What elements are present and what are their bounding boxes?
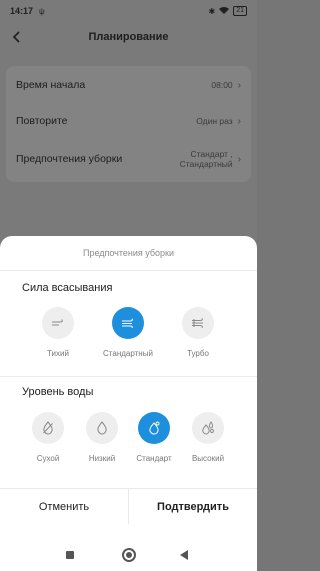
repeat-row[interactable]: Повторите Один раз › [6,106,251,136]
cancel-button[interactable]: Отменить [0,489,128,524]
suction-option-label: Тихий [47,349,69,358]
action-bar: Отменить Подтвердить [0,488,257,524]
water-circle-selected [138,412,170,444]
suction-option-label: Стандартный [103,349,153,358]
header: Планирование [0,22,257,52]
start-time-label: Время начала [16,79,86,91]
wind-low-icon [52,319,63,326]
cleaning-preferences-value: Стандарт , Стандартный [179,149,233,169]
back-button[interactable] [8,28,26,46]
drop-standard-icon [149,421,160,435]
suction-option-standard[interactable]: Стандартный [96,307,160,358]
divider [0,270,257,271]
battery-icon: 21 [233,6,247,16]
sheet-title: Предпочтения уборки [82,248,175,258]
settings-card: Время начала 08:00 › Повторите Один раз … [6,66,251,182]
water-title: Уровень воды [22,386,94,398]
wifi-icon [219,6,230,16]
home-icon[interactable] [122,548,136,562]
water-circle [32,412,64,444]
cleaning-preferences-sheet: Предпочтения уборки Сила всасывания Тихи… [0,236,257,571]
suction-circle-selected [112,307,144,339]
confirm-button[interactable]: Подтвердить [128,489,257,524]
suction-option-turbo[interactable]: Турбо [166,307,230,358]
screen: 14:17 ψ ✱ 21 Планирование Время начала 0… [0,0,257,571]
repeat-label: Повторите [16,115,68,127]
water-option-label: Стандарт [136,454,172,463]
water-option-label: Сухой [36,454,60,463]
back-triangle-icon[interactable] [180,550,188,560]
water-option-high[interactable]: Высокий [176,412,240,463]
navigation-bar [0,540,257,571]
recent-apps-icon[interactable] [66,551,74,559]
water-circle [86,412,118,444]
suction-option-quiet[interactable]: Тихий [26,307,90,358]
drop-high-icon [202,421,214,435]
suction-option-label: Турбо [187,349,209,358]
status-icons: ✱ 21 [208,6,247,16]
status-bar: 14:17 ψ ✱ 21 [0,0,257,22]
cleaning-preferences-label: Предпочтения уборки [16,153,123,165]
suction-circle [42,307,74,339]
status-time: 14:17 [10,6,34,16]
bluetooth-icon: ✱ [208,6,216,16]
water-option-label: Низкий [88,454,116,463]
water-option-label: Высокий [191,454,225,463]
page-title: Планирование [88,31,169,43]
chevron-right-icon: › [237,79,241,91]
suction-circle [182,307,214,339]
wind-turbo-icon [192,318,203,328]
start-time-value: 08:00 [211,80,233,90]
chevron-right-icon: › [237,153,241,165]
wind-standard-icon [122,318,133,328]
chevron-right-icon: › [237,115,241,127]
start-time-row[interactable]: Время начала 08:00 › [6,70,251,100]
back-arrow-icon [12,31,20,43]
suction-title: Сила всасывания [22,282,113,294]
notification-icon: ψ [39,6,45,16]
no-drop-icon [43,421,53,435]
water-circle [192,412,224,444]
divider [0,376,257,377]
cleaning-preferences-row[interactable]: Предпочтения уборки Стандарт , Стандартн… [6,144,251,174]
drop-low-icon [97,421,107,435]
repeat-value: Один раз [196,116,233,126]
